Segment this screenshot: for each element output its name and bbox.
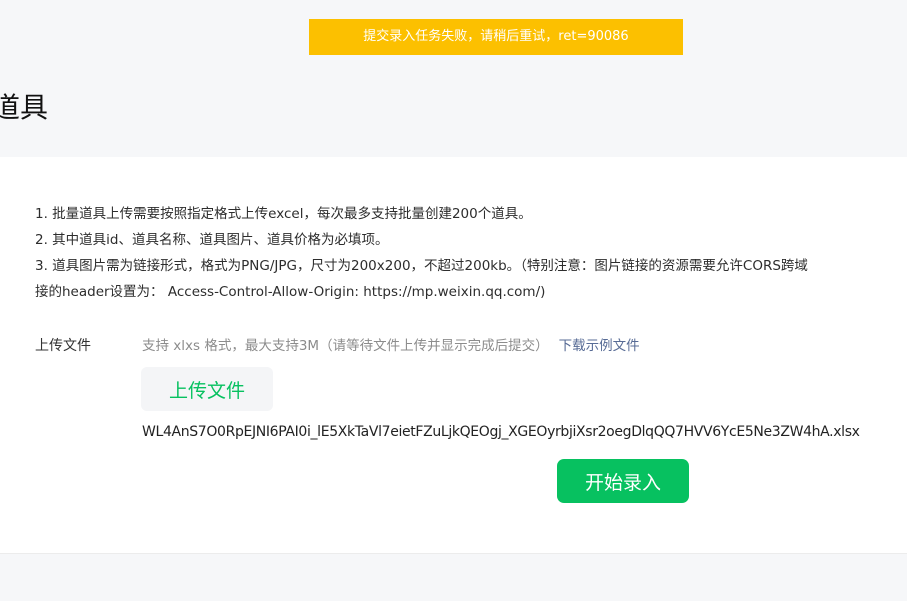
- upload-file-button[interactable]: 上传文件: [141, 367, 273, 411]
- instruction-line-2: 2. 其中道具id、道具名称、道具图片、道具价格为必填项。: [35, 232, 389, 248]
- uploaded-filename: WL4AnS7O0RpEJNI6PAI0i_lE5XkTaVl7eietFZuL…: [142, 424, 860, 440]
- upload-hint: 支持 xlxs 格式，最大支持3M（请等待文件上传并显示完成后提交） 下载示例文件: [142, 335, 640, 357]
- instruction-line-1: 1. 批量道具上传需要按照指定格式上传excel，每次最多支持批量创建200个道…: [35, 206, 532, 222]
- start-import-button[interactable]: 开始录入: [557, 459, 689, 503]
- instruction-line-3: 3. 道具图片需为链接形式，格式为PNG/JPG，尺寸为200x200，不超过2…: [35, 258, 808, 274]
- instruction-line-4: 接的header设置为： Access-Control-Allow-Origin…: [35, 284, 546, 300]
- upload-file-label: 上传文件: [35, 338, 91, 354]
- download-sample-link[interactable]: 下载示例文件: [559, 338, 640, 354]
- page: 提交录入任务失败，请稍后重试，ret=90086 道具 1. 批量道具上传需要按…: [0, 0, 907, 601]
- page-title: 道具: [0, 91, 49, 124]
- upload-hint-text: 支持 xlxs 格式，最大支持3M（请等待文件上传并显示完成后提交）: [142, 338, 549, 354]
- upload-panel: 1. 批量道具上传需要按照指定格式上传excel，每次最多支持批量创建200个道…: [0, 157, 907, 554]
- error-toast: 提交录入任务失败，请稍后重试，ret=90086: [309, 19, 683, 55]
- instructions: 1. 批量道具上传需要按照指定格式上传excel，每次最多支持批量创建200个道…: [35, 201, 907, 305]
